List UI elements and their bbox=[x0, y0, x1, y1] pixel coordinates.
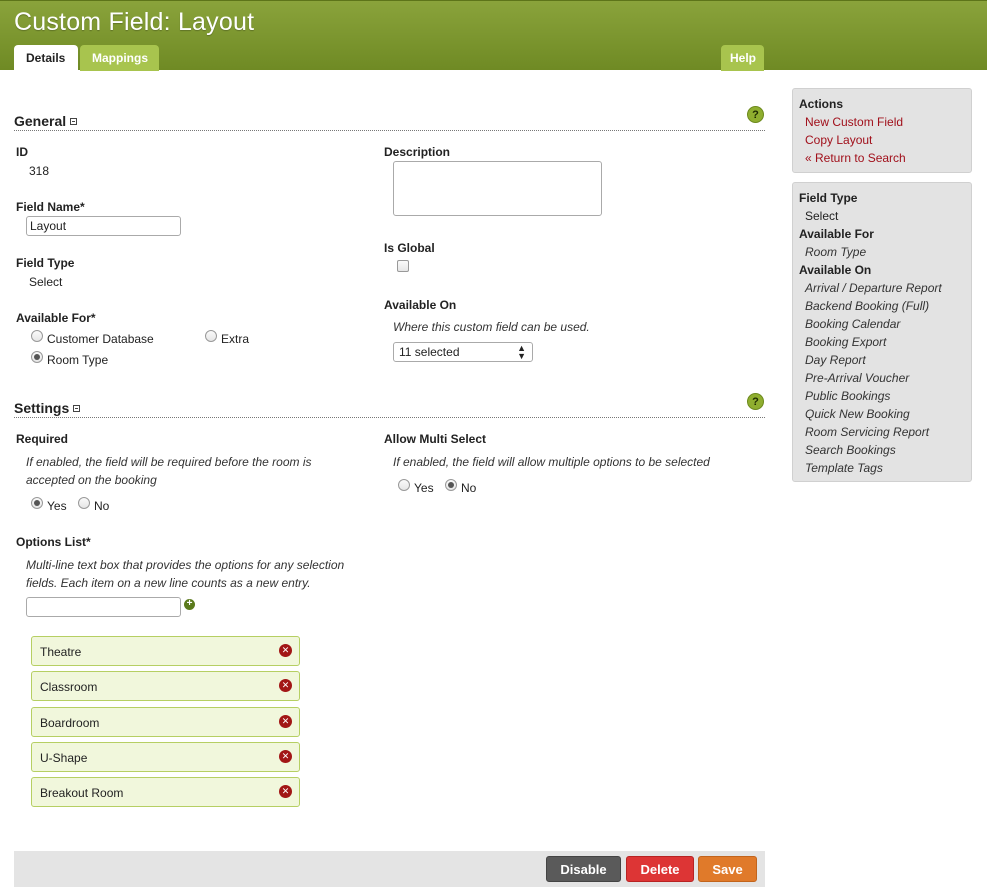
settings-section-header: Settings ? bbox=[14, 393, 765, 418]
help-icon[interactable]: ? bbox=[747, 106, 764, 123]
new-option-input[interactable] bbox=[26, 597, 181, 617]
form-footer: Disable Delete Save bbox=[14, 851, 765, 887]
available-on-item: Pre-Arrival Voucher bbox=[805, 371, 910, 385]
multi-select-hint: If enabled, the field will allow multipl… bbox=[393, 455, 710, 469]
tab-mappings[interactable]: Mappings bbox=[80, 45, 159, 71]
available-on-item: Room Servicing Report bbox=[805, 425, 930, 439]
field-type-label: Field Type bbox=[16, 256, 75, 270]
available-on-item: Booking Export bbox=[805, 335, 887, 349]
remove-option-icon[interactable]: ✕ bbox=[279, 750, 292, 763]
return-to-search-link[interactable]: « Return to Search bbox=[799, 149, 965, 167]
tab-details[interactable]: Details bbox=[14, 45, 78, 71]
required-no-label: No bbox=[94, 499, 110, 513]
field-type-title: Field Type bbox=[799, 191, 858, 205]
customer-database-label: Customer Database bbox=[47, 332, 154, 346]
field-info-panel: Field Type Select Available For Room Typ… bbox=[792, 182, 972, 482]
available-on-value: 11 selected bbox=[399, 345, 460, 359]
available-for-value: Room Type bbox=[805, 245, 867, 259]
help-icon[interactable]: ? bbox=[747, 393, 764, 410]
option-item: Breakout Room ✕ bbox=[31, 777, 300, 807]
field-type-value: Select bbox=[805, 209, 839, 223]
option-label: Theatre bbox=[40, 645, 82, 659]
id-value: 318 bbox=[29, 164, 50, 178]
available-on-title: Available On bbox=[799, 263, 872, 277]
required-yes-radio[interactable] bbox=[31, 497, 43, 509]
id-label: ID bbox=[16, 145, 28, 159]
select-caret-icon: ▲ ▼ bbox=[517, 343, 526, 361]
field-name-label: Field Name* bbox=[16, 200, 85, 214]
available-on-item: Quick New Booking bbox=[805, 407, 910, 421]
option-label: Breakout Room bbox=[40, 786, 124, 800]
required-label: Required bbox=[16, 432, 69, 446]
required-no-radio[interactable] bbox=[78, 497, 90, 509]
collapse-icon[interactable] bbox=[73, 405, 81, 412]
page-header: Custom Field: Layout Details Mappings He… bbox=[0, 0, 987, 71]
available-on-item: Booking Calendar bbox=[805, 317, 901, 331]
actions-title: Actions bbox=[799, 97, 844, 111]
field-name-input[interactable] bbox=[26, 216, 181, 236]
available-on-item: Public Bookings bbox=[805, 389, 891, 403]
available-on-hint: Where this custom field can be used. bbox=[393, 320, 590, 334]
available-on-item: Search Bookings bbox=[805, 443, 896, 457]
actions-panel: Actions New Custom Field Copy Layout « R… bbox=[792, 88, 972, 173]
option-label: Boardroom bbox=[40, 716, 100, 730]
field-type-value: Select bbox=[29, 275, 63, 289]
multi-yes-label: Yes bbox=[414, 481, 434, 495]
option-item: Classroom ✕ bbox=[31, 671, 300, 701]
page-title: Custom Field: Layout bbox=[14, 8, 255, 36]
room-type-label: Room Type bbox=[47, 353, 109, 367]
multi-no-label: No bbox=[461, 481, 477, 495]
option-label: U-Shape bbox=[40, 751, 88, 765]
available-on-item: Backend Booking (Full) bbox=[805, 299, 930, 313]
extra-label: Extra bbox=[221, 332, 250, 346]
options-list-label: Options List* bbox=[16, 535, 91, 549]
is-global-checkbox[interactable] bbox=[397, 260, 409, 272]
available-for-title: Available For bbox=[799, 227, 874, 241]
options-list-hint: Multi-line text box that provides the op… bbox=[26, 558, 345, 590]
customer-database-radio[interactable] bbox=[31, 330, 43, 342]
available-for-label: Available For* bbox=[16, 311, 96, 325]
multi-yes-radio[interactable] bbox=[398, 479, 410, 491]
remove-option-icon[interactable]: ✕ bbox=[279, 679, 292, 692]
description-label: Description bbox=[384, 145, 451, 159]
copy-layout-link[interactable]: Copy Layout bbox=[799, 131, 965, 149]
available-on-label: Available On bbox=[384, 298, 457, 312]
settings-section-title: Settings bbox=[14, 400, 70, 416]
general-section-title: General bbox=[14, 113, 67, 129]
add-option-icon[interactable]: + bbox=[184, 599, 195, 610]
disable-button[interactable]: Disable bbox=[546, 856, 621, 882]
multi-select-label: Allow Multi Select bbox=[384, 432, 487, 446]
remove-option-icon[interactable]: ✕ bbox=[279, 715, 292, 728]
room-type-radio[interactable] bbox=[31, 351, 43, 363]
available-on-select[interactable]: 11 selected ▲ ▼ bbox=[393, 342, 533, 362]
option-item: Boardroom ✕ bbox=[31, 707, 300, 737]
general-section-header: General ? bbox=[14, 106, 765, 131]
option-item: Theatre ✕ bbox=[31, 636, 300, 666]
option-item: U-Shape ✕ bbox=[31, 742, 300, 772]
available-on-item: Arrival / Departure Report bbox=[805, 281, 942, 295]
required-yes-label: Yes bbox=[47, 499, 67, 513]
extra-radio[interactable] bbox=[205, 330, 217, 342]
remove-option-icon[interactable]: ✕ bbox=[279, 644, 292, 657]
available-on-item: Day Report bbox=[805, 353, 866, 367]
save-button[interactable]: Save bbox=[698, 856, 757, 882]
remove-option-icon[interactable]: ✕ bbox=[279, 785, 292, 798]
new-custom-field-link[interactable]: New Custom Field bbox=[799, 113, 965, 131]
collapse-icon[interactable] bbox=[70, 118, 78, 125]
multi-no-radio[interactable] bbox=[445, 479, 457, 491]
delete-button[interactable]: Delete bbox=[626, 856, 694, 882]
is-global-label: Is Global bbox=[384, 241, 435, 255]
help-tab[interactable]: Help bbox=[721, 45, 764, 71]
available-on-item: Template Tags bbox=[805, 461, 883, 475]
description-textarea[interactable] bbox=[393, 161, 602, 216]
required-hint: If enabled, the field will be required b… bbox=[26, 455, 312, 487]
option-label: Classroom bbox=[40, 680, 98, 694]
